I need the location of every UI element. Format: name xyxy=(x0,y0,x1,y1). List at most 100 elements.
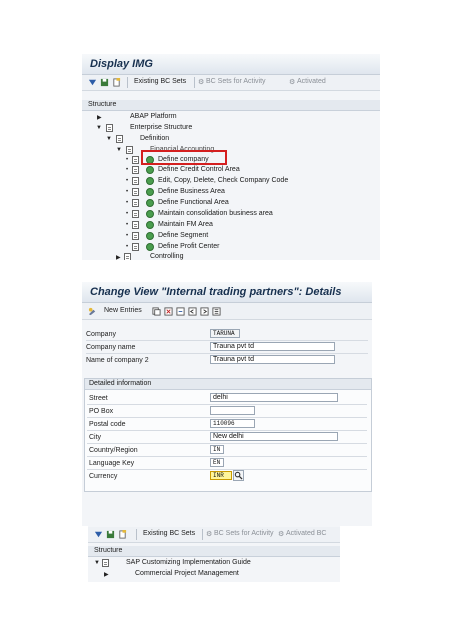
tree-expand-icon[interactable]: ▶ xyxy=(116,254,121,260)
display-img-toolbar: Existing BC Sets ⚙ BC Sets for Activity … xyxy=(82,75,380,91)
structure-header: Structure xyxy=(82,100,380,111)
document-icon xyxy=(132,232,139,240)
company-field: TARUNA xyxy=(210,329,240,338)
document-icon[interactable] xyxy=(118,530,127,539)
display-img-title: Display IMG xyxy=(90,58,153,70)
expand-all-icon[interactable] xyxy=(94,530,103,539)
next-entry-icon[interactable] xyxy=(200,307,209,316)
city-input[interactable]: New delhi xyxy=(210,432,338,441)
bullet-icon: • xyxy=(126,157,129,163)
bc-sets-for-activity-icon: ⚙ xyxy=(206,531,213,538)
change-view-panel: Change View "Internal trading partners":… xyxy=(82,282,372,526)
toolbar-separator xyxy=(202,529,203,540)
document-icon xyxy=(116,135,123,143)
divider xyxy=(87,469,367,470)
document-icon xyxy=(132,199,139,207)
tree-expand-icon[interactable]: ▶ xyxy=(97,114,102,121)
existing-bc-sets-button[interactable]: Existing BC Sets xyxy=(143,530,195,537)
clock-activity-icon[interactable] xyxy=(146,166,154,174)
expand-all-icon[interactable] xyxy=(88,78,97,87)
tree-collapse-icon[interactable]: ▼ xyxy=(116,147,122,153)
divider xyxy=(87,443,367,444)
bullet-icon: • xyxy=(126,189,129,195)
currency-input[interactable]: INR xyxy=(210,471,232,480)
company-name2-label: Name of company 2 xyxy=(86,357,149,364)
clock-activity-icon[interactable] xyxy=(146,188,154,196)
tree-item-label: Define Functional Area xyxy=(158,199,229,206)
tree-item-label: Definition xyxy=(140,135,170,142)
document-icon xyxy=(126,146,133,154)
save-icon[interactable] xyxy=(106,530,115,539)
structure-header: Structure xyxy=(88,546,340,557)
postal-code-input[interactable]: 110096 xyxy=(210,419,255,428)
company-name-label: Company name xyxy=(86,344,136,351)
clock-activity-icon[interactable] xyxy=(146,177,154,185)
tree-collapse-icon[interactable]: ▼ xyxy=(106,136,112,142)
existing-bc-sets-button[interactable]: Existing BC Sets xyxy=(134,78,186,85)
tree-expand-icon[interactable]: ▶ xyxy=(104,571,109,578)
document-icon xyxy=(132,156,139,164)
language-key-input[interactable]: EN xyxy=(210,458,224,467)
bc-sets-for-activity-icon: ⚙ xyxy=(198,79,205,86)
street-input[interactable]: delhi xyxy=(210,393,338,402)
clock-activity-icon[interactable] xyxy=(146,232,154,240)
company-name-input[interactable]: Trauna pvt td xyxy=(210,342,335,351)
bullet-icon: • xyxy=(126,167,129,173)
activated-bc-button[interactable]: Activated BC xyxy=(286,530,326,537)
divider xyxy=(87,456,367,457)
bullet-icon: • xyxy=(126,178,129,184)
activated-icon: ⚙ xyxy=(289,79,296,86)
bc-sets-for-activity-button[interactable]: BC Sets for Activity xyxy=(206,78,266,85)
street-label: Street xyxy=(89,395,108,402)
tree-item-label: Enterprise Structure xyxy=(130,124,193,131)
document-icon xyxy=(102,559,109,567)
search-help-button[interactable] xyxy=(233,470,244,481)
copy-icon[interactable] xyxy=(152,307,161,316)
bullet-icon: • xyxy=(126,200,129,206)
previous-entry-icon[interactable] xyxy=(188,307,197,316)
tree-item-label: Edit, Copy, Delete, Check Company Code xyxy=(158,177,289,184)
clock-activity-icon[interactable] xyxy=(146,210,154,218)
document-icon[interactable] xyxy=(112,78,121,87)
bc-sets-for-activity-button[interactable]: BC Sets for Activity xyxy=(214,530,274,537)
tree-collapse-icon[interactable]: ▼ xyxy=(96,125,102,131)
tree-item-label: Define Segment xyxy=(158,232,209,239)
document-icon xyxy=(106,124,113,132)
document-icon xyxy=(132,177,139,185)
tree-item-label: ABAP Platform xyxy=(130,113,177,120)
display-change-icon[interactable] xyxy=(88,307,97,316)
tree-item-label: SAP Customizing Implementation Guide xyxy=(126,559,251,566)
postal-code-label: Postal code xyxy=(89,421,126,428)
change-view-title: Change View "Internal trading partners":… xyxy=(90,286,342,298)
save-icon[interactable] xyxy=(100,78,109,87)
po-box-label: PO Box xyxy=(89,408,114,415)
po-box-input[interactable] xyxy=(210,406,255,415)
delete-icon[interactable] xyxy=(164,307,173,316)
city-label: City xyxy=(89,434,102,441)
variable-list-icon[interactable] xyxy=(212,307,221,316)
tree-collapse-icon[interactable]: ▼ xyxy=(94,560,100,566)
country-region-input[interactable]: IN xyxy=(210,445,224,454)
activated-button[interactable]: Activated xyxy=(297,78,326,85)
document-icon xyxy=(124,253,131,260)
bullet-icon: • xyxy=(126,222,129,228)
define-company-highlight xyxy=(141,150,227,165)
structure-header-label: Structure xyxy=(94,547,123,554)
tree-item-label: Maintain consolidation business area xyxy=(158,210,273,217)
clock-activity-icon[interactable] xyxy=(146,243,154,251)
new-entries-button[interactable]: New Entries xyxy=(104,307,142,314)
bullet-icon: • xyxy=(126,233,129,239)
clock-activity-icon[interactable] xyxy=(146,199,154,207)
search-help-icon xyxy=(234,471,243,480)
bullet-icon: • xyxy=(126,211,129,217)
document-icon xyxy=(132,221,139,229)
tree-item-label: Commercial Project Management xyxy=(135,570,239,577)
tree-item-label: Controlling xyxy=(150,253,184,260)
toolbar-separator xyxy=(127,77,128,88)
toolbar-separator xyxy=(136,529,137,540)
divider xyxy=(87,417,367,418)
document-icon xyxy=(132,210,139,218)
clock-activity-icon[interactable] xyxy=(146,221,154,229)
company-name2-input[interactable]: Trauna pvt td xyxy=(210,355,335,364)
undo-icon[interactable] xyxy=(176,307,185,316)
